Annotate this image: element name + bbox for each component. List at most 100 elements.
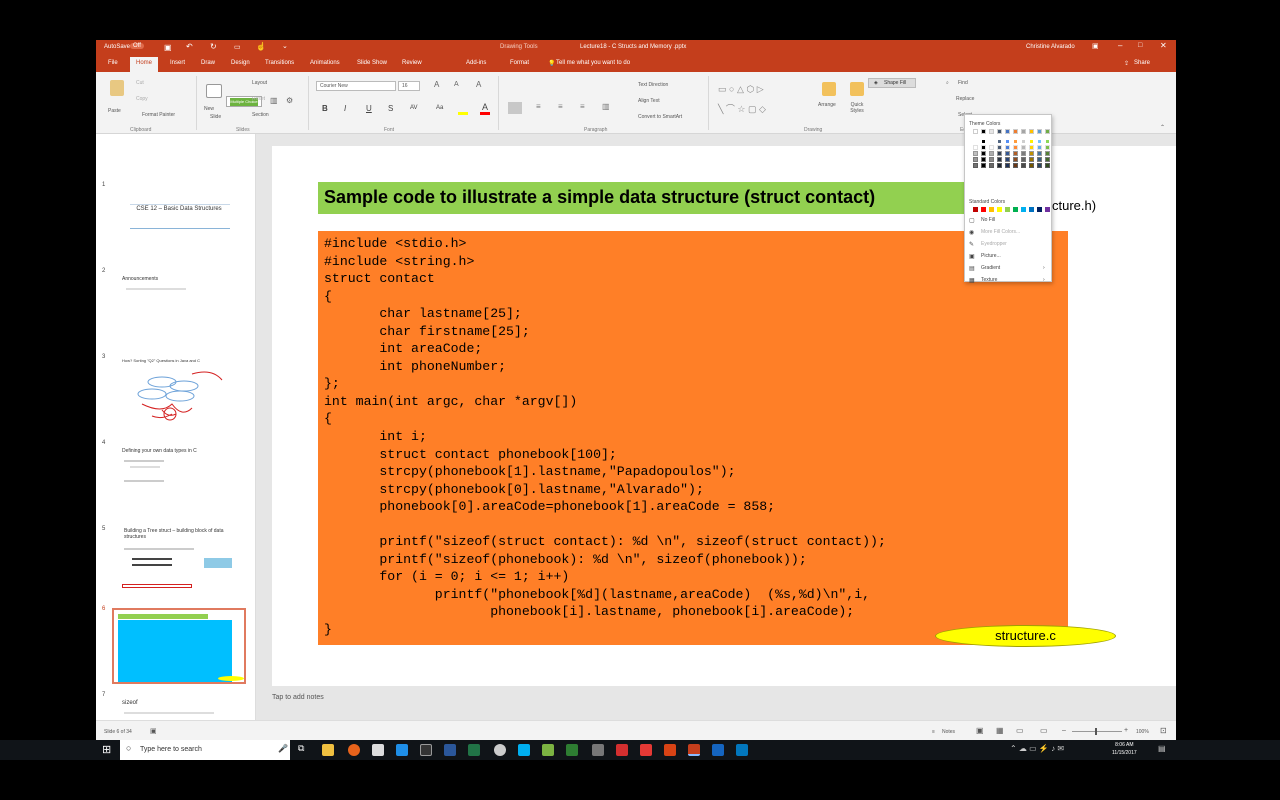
find-button[interactable]: Find — [958, 80, 968, 86]
theme-color-swatch[interactable] — [989, 157, 994, 162]
chart-icon[interactable]: ▥ — [270, 96, 278, 105]
standard-color-swatch[interactable] — [1037, 207, 1042, 212]
slide-thumbnail-2[interactable]: Announcements — [112, 270, 246, 346]
theme-color-swatch[interactable] — [1029, 129, 1034, 134]
tab-slide-show[interactable]: Slide Show — [357, 60, 387, 66]
theme-color-swatch[interactable] — [1037, 163, 1042, 168]
format-painter-button[interactable]: Format Painter — [142, 112, 175, 118]
theme-color-swatch[interactable] — [973, 139, 978, 144]
tab-animations[interactable]: Animations — [310, 60, 340, 66]
theme-color-swatch[interactable] — [973, 129, 978, 134]
eyedropper-item[interactable]: Eyedropper — [981, 241, 1007, 247]
columns-icon[interactable]: ▥ — [602, 102, 610, 111]
align-right-icon[interactable]: ≡ — [558, 102, 563, 111]
layout-button[interactable]: Layout — [252, 80, 267, 86]
minimize-icon[interactable]: – — [1118, 41, 1122, 50]
standard-color-swatch[interactable] — [997, 207, 1002, 212]
gradient-item[interactable]: Gradient — [981, 265, 1000, 271]
standard-color-swatch[interactable] — [1029, 207, 1034, 212]
grow-font-icon[interactable]: A — [434, 80, 439, 89]
section-button[interactable]: Section — [252, 112, 269, 118]
control-panel-icon[interactable] — [712, 744, 724, 756]
tell-me-search[interactable]: Tell me what you want to do — [556, 60, 630, 66]
spellcheck-icon[interactable]: ▣ — [150, 727, 157, 735]
theme-color-swatch[interactable] — [1037, 145, 1042, 150]
theme-color-swatch[interactable] — [1037, 129, 1042, 134]
theme-color-swatch[interactable] — [1029, 139, 1034, 144]
underline-button[interactable]: U — [366, 104, 372, 113]
theme-color-swatch[interactable] — [973, 151, 978, 156]
file-explorer-icon[interactable] — [322, 744, 334, 756]
slide-thumbnail-7[interactable]: sizeof — [112, 694, 246, 720]
theme-color-swatch[interactable] — [1005, 151, 1010, 156]
pdf-icon[interactable] — [640, 744, 652, 756]
tab-format[interactable]: Format — [510, 60, 529, 66]
standard-color-swatch[interactable] — [1005, 207, 1010, 212]
theme-color-swatch[interactable] — [1045, 129, 1050, 134]
more-fill-colors-item[interactable]: More Fill Colors... — [981, 229, 1020, 235]
tab-insert[interactable]: Insert — [170, 60, 185, 66]
new-slide-button[interactable]: New — [204, 106, 214, 112]
theme-color-swatch[interactable] — [1037, 139, 1042, 144]
font-color-icon[interactable]: A — [482, 102, 488, 112]
theme-color-swatch[interactable] — [1013, 139, 1018, 144]
theme-color-swatch[interactable] — [1013, 163, 1018, 168]
slide-thumbnail-4[interactable]: Defining your own data types in C — [112, 442, 246, 518]
slide-thumbnail-3[interactable]: How? Sorting "Q2" Questions in Java and … — [112, 356, 246, 432]
customize-toolbar-icon[interactable]: ⌄ — [282, 42, 288, 50]
shadow-button[interactable]: S — [388, 104, 393, 113]
shapes-gallery-row-icon[interactable]: ╲ ⌒ ☆ ▢ ◇ — [718, 102, 766, 115]
theme-color-swatch[interactable] — [1045, 163, 1050, 168]
reset-button[interactable]: Reset — [252, 96, 265, 102]
standard-color-swatch[interactable] — [1013, 207, 1018, 212]
terminal-icon[interactable] — [420, 744, 432, 756]
firefox-icon[interactable] — [348, 744, 360, 756]
slideshow-view-icon[interactable]: ▭ — [1040, 726, 1048, 735]
no-fill-item[interactable]: No Fill — [981, 217, 995, 223]
picture-item[interactable]: Picture... — [981, 253, 1001, 259]
share-button[interactable]: Share — [1134, 60, 1150, 66]
theme-color-swatch[interactable] — [1005, 157, 1010, 162]
theme-color-swatch[interactable] — [1005, 145, 1010, 150]
theme-color-swatch[interactable] — [1021, 145, 1026, 150]
align-text-button[interactable]: Align Text — [638, 98, 660, 104]
tab-design[interactable]: Design — [231, 60, 250, 66]
theme-color-swatch[interactable] — [1021, 129, 1026, 134]
zoom-in-icon[interactable]: + — [1124, 727, 1128, 734]
theme-color-swatch[interactable] — [989, 145, 994, 150]
theme-color-swatch[interactable] — [1045, 151, 1050, 156]
shrink-font-icon[interactable]: A — [454, 81, 459, 88]
slide-thumbnail-5[interactable]: Building a Tree struct – building block … — [112, 528, 246, 604]
text-direction-button[interactable]: Text Direction — [638, 82, 668, 88]
slide-thumbnail-pane[interactable]: 1 CSE 12 – Basic Data Structures 2 Annou… — [96, 134, 256, 720]
theme-color-swatch[interactable] — [981, 139, 986, 144]
network-app-icon[interactable] — [592, 744, 604, 756]
tab-draw[interactable]: Draw — [201, 60, 215, 66]
system-tray-icons[interactable]: ⌃ ☁ ▭ ⚡ ♪ ✉ — [1010, 744, 1064, 753]
excel-icon[interactable] — [468, 744, 480, 756]
clear-format-icon[interactable]: A — [476, 80, 481, 89]
paste-button[interactable]: Paste — [108, 108, 121, 114]
edge-icon[interactable] — [396, 744, 408, 756]
slide-thumbnail-1[interactable]: CSE 12 – Basic Data Structures — [112, 184, 246, 260]
theme-color-swatch[interactable] — [1037, 151, 1042, 156]
slide-sorter-icon[interactable]: ▦ — [996, 726, 1004, 735]
microphone-icon[interactable]: 🎤 — [278, 744, 288, 753]
theme-color-swatch[interactable] — [981, 151, 986, 156]
touch-mode-icon[interactable]: ☝ — [256, 42, 266, 51]
theme-color-swatch[interactable] — [1005, 139, 1010, 144]
calculator-icon[interactable] — [372, 744, 384, 756]
theme-color-swatch[interactable] — [981, 163, 986, 168]
theme-color-swatch[interactable] — [1021, 163, 1026, 168]
fit-to-window-icon[interactable]: ⊡ — [1160, 726, 1167, 735]
justify-icon[interactable]: ≡ — [580, 102, 585, 111]
convert-smartart-button[interactable]: Convert to SmartArt — [638, 114, 682, 120]
code-text-box[interactable]: #include <stdio.h> #include <string.h> str… — [318, 231, 1068, 645]
theme-color-swatch[interactable] — [1013, 151, 1018, 156]
theme-color-swatch[interactable] — [1021, 151, 1026, 156]
skype-icon[interactable] — [518, 744, 530, 756]
notes-placeholder[interactable]: Tap to add notes — [272, 694, 324, 701]
windows-start-icon[interactable]: ⊞ — [102, 743, 111, 756]
theme-color-swatch[interactable] — [1045, 139, 1050, 144]
paste-icon[interactable] — [110, 80, 124, 96]
